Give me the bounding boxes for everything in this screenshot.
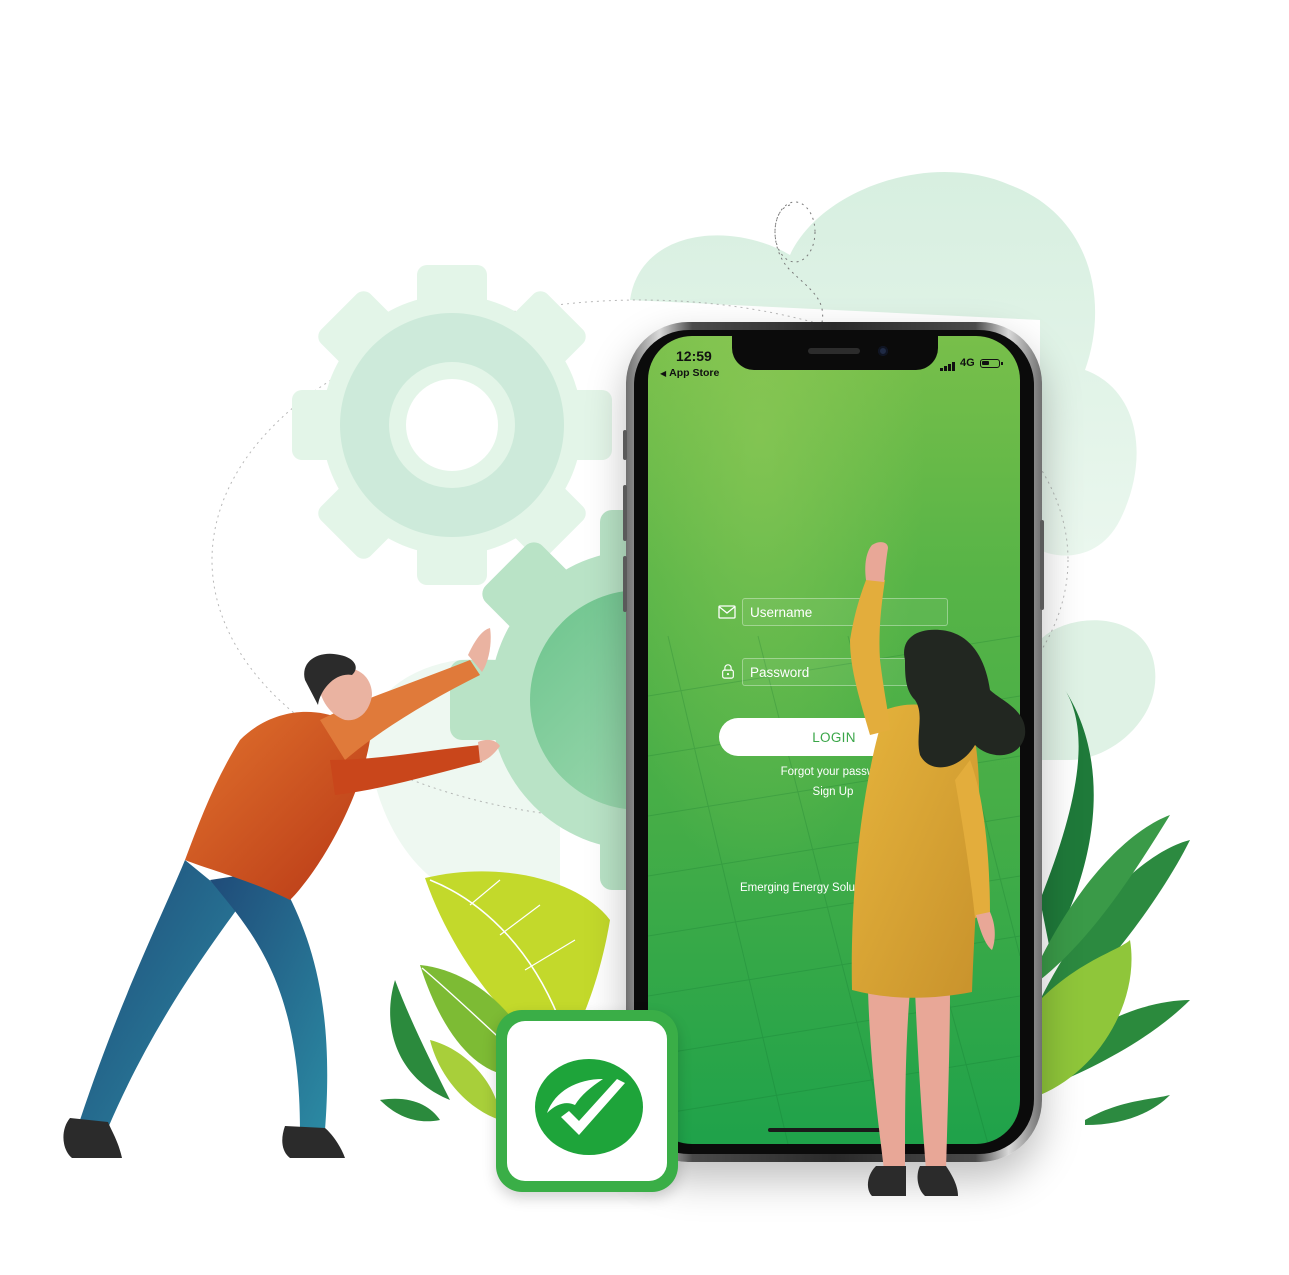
woman-touching-screen <box>850 542 1026 1196</box>
